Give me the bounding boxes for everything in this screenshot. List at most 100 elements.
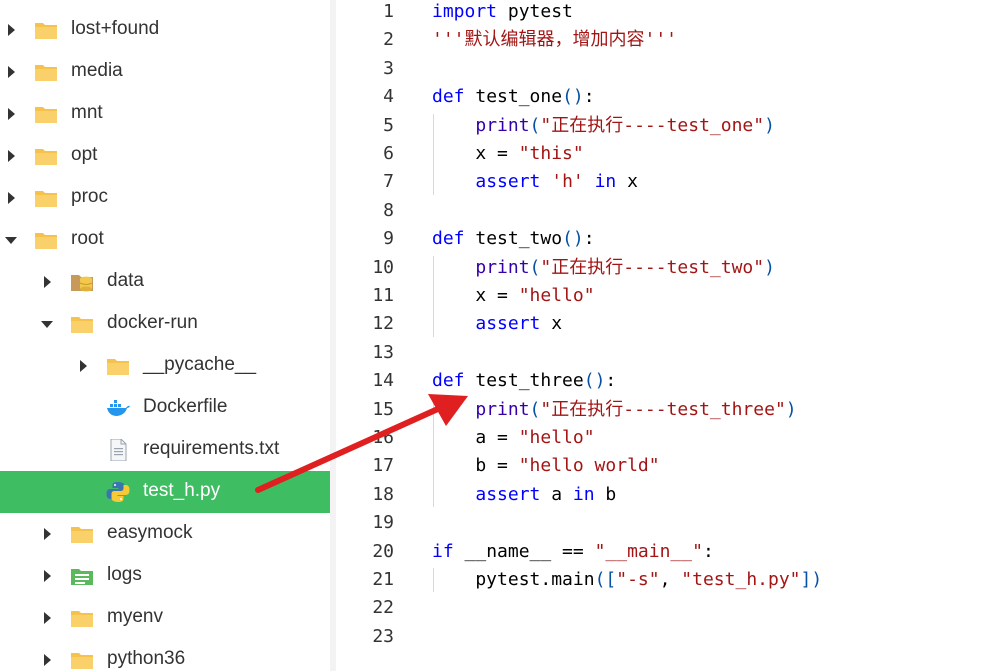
code-token: __name__ == bbox=[453, 540, 595, 562]
code-token: def bbox=[432, 86, 465, 108]
code-token: ) bbox=[785, 398, 797, 420]
code-token: a = bbox=[432, 427, 519, 448]
code-token: x = bbox=[432, 143, 519, 164]
code-text: def test_two(): bbox=[432, 225, 595, 253]
code-line[interactable]: 19 bbox=[336, 509, 1001, 537]
code-token: x bbox=[540, 313, 563, 335]
code-line[interactable]: 17 b = "hello world" bbox=[336, 452, 1001, 480]
code-line[interactable]: 9 def test_two(): bbox=[336, 225, 1001, 253]
line-number: 14 bbox=[372, 370, 394, 392]
chevron-right-icon[interactable] bbox=[40, 272, 54, 292]
code-line[interactable]: 3 bbox=[336, 55, 1001, 83]
tree-item[interactable]: data bbox=[0, 261, 330, 303]
chevron-right-icon[interactable] bbox=[40, 608, 54, 628]
chevron-down-icon[interactable] bbox=[40, 314, 54, 334]
folder-icon bbox=[106, 355, 130, 377]
python-icon bbox=[106, 481, 130, 503]
code-line[interactable]: 8 bbox=[336, 197, 1001, 225]
code-line[interactable]: 1 import pytest bbox=[336, 0, 1001, 26]
code-line[interactable]: 20 if __name__ == "__main__": bbox=[336, 538, 1001, 566]
code-line[interactable]: 18 assert a in b bbox=[336, 481, 1001, 509]
code-line[interactable]: 23 bbox=[336, 623, 1001, 651]
line-number: 12 bbox=[372, 313, 394, 335]
line-number: 21 bbox=[372, 569, 394, 590]
code-token: : bbox=[702, 540, 714, 562]
code-text: a = "hello" bbox=[432, 424, 594, 452]
chevron-right-icon[interactable] bbox=[40, 524, 54, 544]
chevron-right-icon[interactable] bbox=[40, 650, 54, 670]
log-folder-icon bbox=[70, 565, 94, 587]
tree-item-label: mnt bbox=[71, 102, 103, 123]
line-number: 6 bbox=[383, 143, 394, 164]
code-line[interactable]: 15 print("正在执行----test_three") bbox=[336, 396, 1001, 424]
code-line[interactable]: 21 pytest.main(["-s", "test_h.py"]) bbox=[336, 566, 1001, 594]
code-token: "正在执行----test_one" bbox=[540, 114, 765, 136]
code-token: a bbox=[540, 483, 573, 505]
tree-item[interactable]: test_h.py bbox=[0, 471, 330, 513]
tree-item[interactable]: requirements.txt bbox=[0, 429, 330, 471]
folder-icon bbox=[34, 187, 58, 209]
indent-guide bbox=[433, 397, 434, 508]
folder-icon bbox=[34, 19, 58, 41]
code-line[interactable]: 11 x = "hello" bbox=[336, 282, 1001, 310]
chevron-right-icon[interactable] bbox=[4, 20, 18, 40]
chevron-right-icon[interactable] bbox=[40, 566, 54, 586]
code-token: pytest bbox=[497, 1, 573, 22]
code-token: def bbox=[432, 370, 465, 392]
code-token: in bbox=[572, 483, 595, 505]
tree-item[interactable]: logs bbox=[0, 555, 330, 597]
chevron-right-icon[interactable] bbox=[4, 188, 18, 208]
code-line[interactable]: 14 def test_three(): bbox=[336, 367, 1001, 395]
code-text: pytest.main(["-s", "test_h.py"]) bbox=[432, 566, 822, 594]
tree-item[interactable]: media bbox=[0, 51, 330, 93]
code-line[interactable]: 10 print("正在执行----test_two") bbox=[336, 254, 1001, 282]
code-token: () bbox=[583, 370, 606, 392]
code-line[interactable]: 13 bbox=[336, 339, 1001, 367]
code-line[interactable]: 22 bbox=[336, 594, 1001, 622]
tree-item[interactable]: docker-run bbox=[0, 303, 330, 345]
code-token: print bbox=[475, 114, 530, 136]
tree-item-label: __pycache__ bbox=[143, 354, 257, 375]
code-token: test_two bbox=[464, 228, 563, 250]
tree-item[interactable]: proc bbox=[0, 177, 330, 219]
chevron-down-icon[interactable] bbox=[4, 230, 18, 250]
line-number: 17 bbox=[372, 455, 394, 477]
chevron-right-icon[interactable] bbox=[76, 356, 90, 376]
code-line[interactable]: 16 a = "hello" bbox=[336, 424, 1001, 452]
folder-icon bbox=[70, 523, 94, 545]
tree-item[interactable]: opt bbox=[0, 135, 330, 177]
tree-item[interactable]: easymock bbox=[0, 513, 330, 555]
code-token: b bbox=[594, 483, 617, 505]
code-text: def test_three(): bbox=[432, 367, 616, 395]
code-editor[interactable]: 1 import pytest 2 '''默认编辑器，增加内容''' 3 4 def tes… bbox=[336, 0, 1001, 671]
line-number: 19 bbox=[372, 512, 394, 534]
tree-item[interactable]: myenv bbox=[0, 597, 330, 639]
chevron-right-icon[interactable] bbox=[4, 146, 18, 166]
tree-item[interactable]: root bbox=[0, 219, 330, 261]
tree-item[interactable]: mnt bbox=[0, 93, 330, 135]
code-line[interactable]: 12 assert x bbox=[336, 310, 1001, 338]
tree-item[interactable]: python36 bbox=[0, 639, 330, 671]
code-line[interactable]: 6 x = "this" bbox=[336, 140, 1001, 168]
code-line[interactable]: 2 '''默认编辑器，增加内容''' bbox=[336, 26, 1001, 54]
tree-item[interactable]: Dockerfile bbox=[0, 387, 330, 429]
folder-icon bbox=[34, 229, 58, 251]
chevron-right-icon[interactable] bbox=[4, 62, 18, 82]
chevron-right-icon[interactable] bbox=[4, 104, 18, 124]
code-line[interactable]: 4 def test_one(): bbox=[336, 83, 1001, 111]
tree-item[interactable]: lost+found bbox=[0, 9, 330, 51]
code-line[interactable]: 7 assert 'h' in x bbox=[336, 168, 1001, 196]
tree-item-label: lost+found bbox=[71, 18, 160, 39]
code-token: : bbox=[583, 228, 595, 250]
code-text: print("正在执行----test_two") bbox=[432, 254, 775, 282]
code-token: () bbox=[562, 228, 584, 250]
tree-item[interactable]: __pycache__ bbox=[0, 345, 330, 387]
code-line[interactable]: 5 print("正在执行----test_one") bbox=[336, 112, 1001, 140]
line-number: 13 bbox=[372, 341, 394, 363]
line-number: 9 bbox=[383, 228, 394, 250]
code-text: b = "hello world" bbox=[432, 452, 659, 480]
tree-item-label: Dockerfile bbox=[143, 396, 228, 417]
